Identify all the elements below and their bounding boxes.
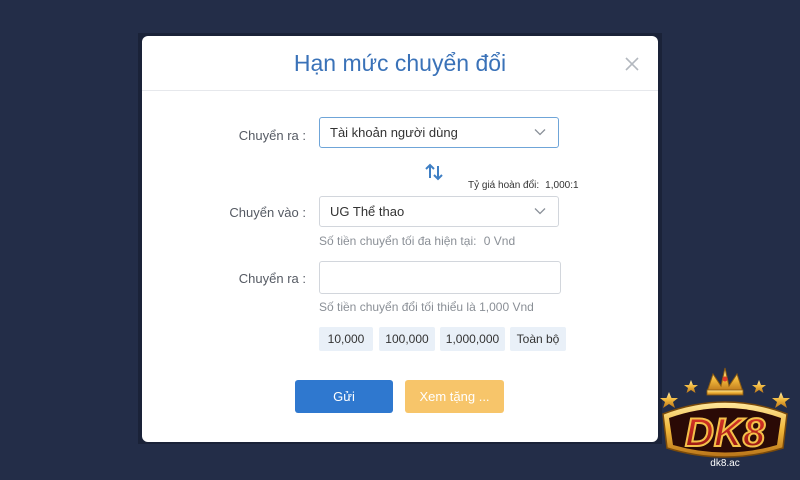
- quick-amount-100000[interactable]: 100,000: [379, 327, 435, 351]
- dialog-title: Hạn mức chuyển đổi: [293, 50, 507, 76]
- view-bonus-button[interactable]: Xem tặng ...: [405, 380, 504, 413]
- logo-text: DK8: [685, 411, 766, 455]
- submit-button[interactable]: Gửi: [295, 380, 393, 413]
- to-label: Chuyển vào :: [229, 205, 306, 220]
- dk8-logo: DK8 dk8.ac: [660, 367, 790, 469]
- to-account-value: UG Thể thao: [330, 204, 405, 219]
- max-transfer-hint: Số tiền chuyển tối đa hiện tại: 0 Vnd: [319, 234, 515, 248]
- quick-amount-1000000[interactable]: 1,000,000: [440, 327, 505, 351]
- quick-amount-all[interactable]: Toàn bộ: [510, 327, 566, 351]
- amount-input[interactable]: [319, 261, 561, 294]
- exchange-rate-label: Tỷ giá hoàn đổi:: [468, 180, 540, 191]
- to-account-select[interactable]: UG Thể thao: [319, 196, 559, 227]
- swap-vertical-icon[interactable]: [423, 161, 445, 183]
- max-transfer-label: Số tiền chuyển tối đa hiện tại:: [319, 234, 477, 248]
- exchange-rate-value: 1,000:1: [545, 180, 579, 191]
- crown-icon: [706, 367, 744, 396]
- dialog-header: Hạn mức chuyển đổi: [142, 36, 658, 91]
- max-transfer-value: 0 Vnd: [483, 234, 516, 248]
- close-icon[interactable]: [621, 53, 643, 75]
- quick-amount-10000[interactable]: 10,000: [319, 327, 373, 351]
- from-account-value: Tài khoản người dùng: [330, 125, 458, 140]
- min-transfer-hint: Số tiền chuyển đổi tối thiểu là 1,000 Vn…: [319, 300, 534, 314]
- chevron-down-icon: [534, 208, 546, 215]
- logo-domain: dk8.ac: [710, 458, 739, 469]
- from-account-select[interactable]: Tài khoản người dùng: [319, 117, 559, 148]
- chevron-down-icon: [534, 129, 546, 136]
- transfer-limit-dialog: Hạn mức chuyển đổi Chuyển ra : Tài khoản…: [142, 36, 658, 442]
- amount-label: Chuyển ra :: [238, 271, 306, 286]
- from-label: Chuyển ra :: [238, 128, 306, 143]
- exchange-rate: Tỷ giá hoàn đổi: 1,000:1: [468, 180, 579, 191]
